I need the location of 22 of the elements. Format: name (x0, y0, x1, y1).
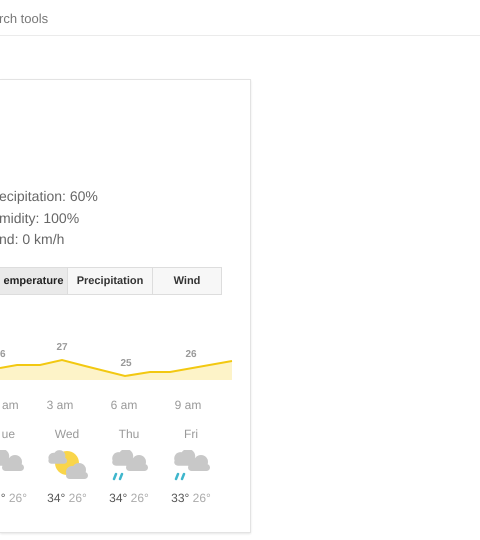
weather-detail: midity: 100% (0, 208, 80, 228)
temperature-range: 33° 26° (171, 490, 211, 504)
temperature-range: 34° 26° (109, 490, 149, 504)
hour-label: am (1, 398, 20, 412)
temperature-label: 27 (56, 342, 68, 352)
temperature-range: ° 26° (0, 490, 28, 504)
day-name: Thu (118, 426, 140, 442)
day-name: ue (2, 426, 16, 442)
hour-label: 9 am (174, 398, 202, 412)
temperature-range: 34° 26° (47, 490, 87, 504)
chart-tab[interactable]: Precipitation (68, 268, 153, 294)
temperature-label: 26 (185, 348, 197, 360)
chart-tab[interactable]: emperature (0, 268, 68, 294)
chart-tab[interactable]: Wind (153, 268, 221, 294)
hour-label: 3 am (46, 398, 74, 412)
hour-label: 6 am (110, 398, 138, 412)
temperature-label: 6 (0, 348, 6, 360)
temperature-label: 25 (120, 358, 132, 368)
search-tools-link[interactable]: rch tools (0, 11, 48, 26)
weather-detail: nd: 0 km/h (0, 230, 66, 249)
day-name: Fri (184, 426, 198, 442)
day-name: Wed (54, 426, 80, 442)
